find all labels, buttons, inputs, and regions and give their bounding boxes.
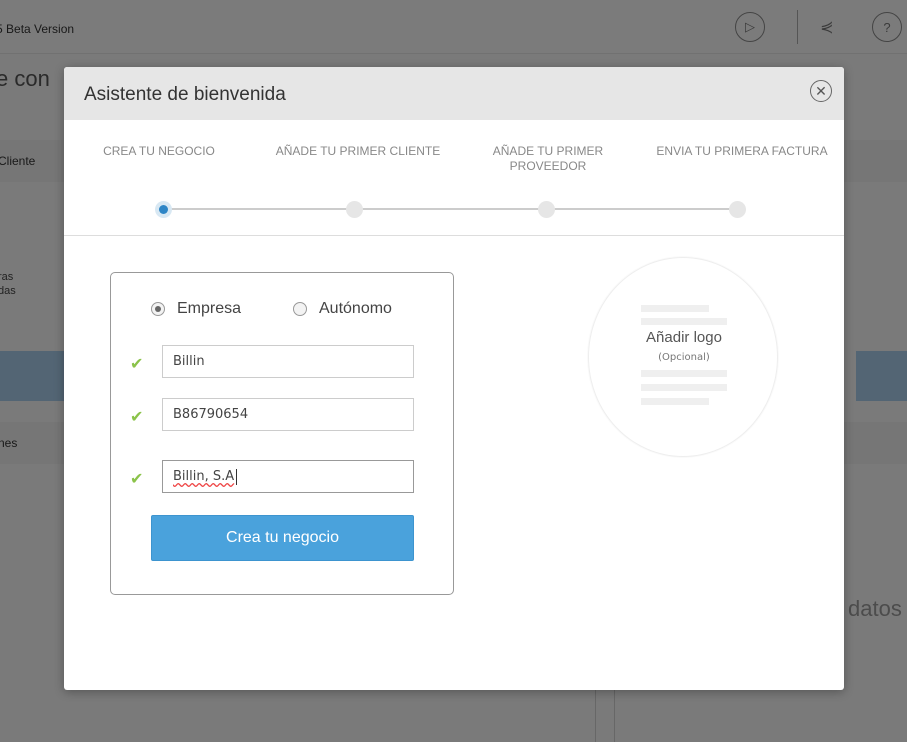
welcome-wizard-modal: Asistente de bienvenida ✕ CREA TU NEGOCI… [64, 67, 844, 690]
create-business-button[interactable]: Crea tu negocio [151, 515, 414, 561]
step-progress-line [164, 208, 738, 210]
radio-empresa[interactable]: Empresa [151, 300, 241, 318]
add-logo-optional: (Opcional) [658, 352, 710, 363]
business-name-value: Billin [173, 354, 205, 369]
radio-autonomo-indicator[interactable] [293, 302, 307, 316]
close-icon[interactable]: ✕ [810, 80, 832, 102]
check-icon: ✔ [130, 471, 144, 488]
add-logo-label: Añadir logo [646, 329, 722, 346]
step-4-label: ENVIA TU PRIMERA FACTURA [656, 144, 828, 158]
tax-id-value: B86790654 [173, 407, 249, 422]
check-icon: ✔ [130, 409, 144, 426]
logo-placeholder-bar [641, 384, 727, 391]
text-caret [236, 468, 238, 485]
wizard-steps: CREA TU NEGOCIO AÑADE TU PRIMER CLIENTE … [64, 120, 844, 236]
step-2-label: AÑADE TU PRIMER CLIENTE [275, 144, 441, 158]
business-name-input[interactable]: Billin [162, 345, 414, 378]
tax-id-input[interactable]: B86790654 [162, 398, 414, 431]
step-3-label: AÑADE TU PRIMER PROVEEDOR [492, 144, 604, 173]
radio-empresa-label: Empresa [177, 300, 242, 317]
modal-header: Asistente de bienvenida ✕ [64, 67, 844, 120]
modal-title: Asistente de bienvenida [84, 84, 286, 105]
legal-name-value: Billin, S.A [173, 469, 235, 484]
legal-name-input[interactable]: Billin, S.A [162, 460, 414, 493]
business-form: Empresa Autónomo ✔ Billin ✔ B86790654 ✔ … [110, 272, 454, 595]
check-icon: ✔ [130, 356, 144, 373]
logo-placeholder-bar [641, 305, 709, 312]
step-3-dot[interactable] [538, 201, 555, 218]
radio-autonomo-label: Autónomo [319, 300, 392, 317]
step-4-dot[interactable] [729, 201, 746, 218]
add-logo-dropzone[interactable]: Añadir logo (Opcional) [588, 257, 778, 457]
step-2-dot[interactable] [346, 201, 363, 218]
radio-autonomo[interactable]: Autónomo [293, 300, 392, 318]
radio-empresa-indicator[interactable] [151, 302, 165, 316]
logo-placeholder-bar [641, 398, 709, 405]
logo-placeholder-bar [641, 370, 727, 377]
logo-placeholder-bar [641, 318, 727, 325]
step-1-dot[interactable] [155, 201, 172, 218]
step-1-label: CREA TU NEGOCIO [103, 144, 215, 158]
